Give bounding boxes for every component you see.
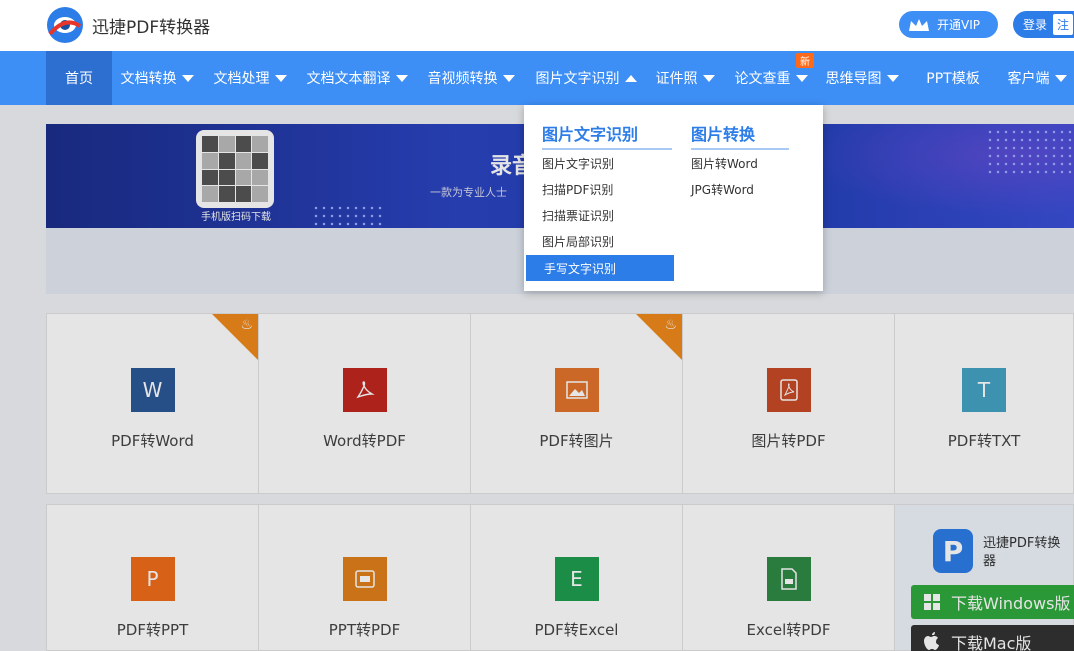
menu-item-scan-ticket-ocr[interactable]: 扫描票证识别 (524, 202, 674, 228)
register-button[interactable]: 注 (1053, 14, 1074, 35)
download-windows-label: 下载Windows版 (951, 594, 1071, 613)
crown-icon (909, 18, 929, 31)
login-button[interactable]: 登录 注 (1013, 11, 1074, 38)
nav-av-convert[interactable]: 音视频转换 (420, 51, 522, 105)
dot-pattern (312, 204, 382, 228)
banner-subtitle: 一款为专业人士 (430, 186, 507, 199)
pdf-doc-icon (766, 557, 811, 601)
tile-pdf-to-excel[interactable]: E PDF转Excel (470, 504, 683, 651)
nav-label: 客户端 (1007, 71, 1050, 87)
ppt-file-icon (342, 557, 387, 601)
caret-down-icon (181, 74, 194, 82)
nav-label: 证件照 (655, 71, 698, 87)
caret-down-icon (395, 74, 408, 82)
menu-item-jpg-to-word[interactable]: JPG转Word (673, 176, 813, 202)
main-nav: 首页 文档转换 文档处理 文档文本翻译 音视频转换 图片文字识别 证件照 论文查… (0, 51, 1074, 105)
menu-item-image-partial-ocr[interactable]: 图片局部识别 (524, 228, 674, 254)
caret-down-icon (795, 74, 808, 82)
caret-down-icon (502, 74, 515, 82)
apple-icon (924, 632, 939, 650)
menu-item-image-ocr[interactable]: 图片文字识别 (524, 150, 674, 176)
pdf-acrobat-icon (342, 368, 387, 412)
excel-icon: E (554, 557, 599, 601)
nav-label: 论文查重 (734, 71, 791, 87)
app-name: 迅捷PDF转换器 (983, 536, 1061, 569)
tile-label: 图片转PDF (751, 432, 826, 450)
nav-client[interactable]: 客户端 (1000, 51, 1074, 105)
tile-word-to-pdf[interactable]: Word转PDF (258, 313, 471, 494)
nav-image-ocr[interactable]: 图片文字识别 (524, 51, 648, 105)
tile-image-to-pdf[interactable]: 图片转PDF (682, 313, 895, 494)
brand-name[interactable]: 迅捷PDF转换器 (92, 13, 210, 38)
app-logo-icon: P (933, 529, 973, 573)
top-header: 迅捷PDF转换器 开通VIP 登录 注 (0, 0, 1074, 51)
dropdown-col1-title: 图片文字识别 (542, 125, 639, 144)
tile-pdf-to-ppt[interactable]: P PDF转PPT (46, 504, 259, 651)
download-mac-button[interactable]: 下载Mac版 (911, 625, 1074, 651)
caret-down-icon (274, 74, 287, 82)
tile-label: PDF转TXT (947, 432, 1021, 450)
tile-pdf-to-txt[interactable]: T PDF转TXT (894, 313, 1074, 494)
nav-label: 思维导图 (825, 71, 882, 87)
tile-label: PDF转PPT (116, 621, 189, 639)
nav-ppt-template[interactable]: PPT模板 (916, 51, 990, 105)
client-download-panel: P 迅捷PDF转换器 下载Windows版 下载Mac版 (894, 504, 1074, 651)
nav-label: 文档文本翻译 (306, 71, 391, 87)
login-label: 登录 (1023, 18, 1048, 32)
caret-up-icon (624, 74, 637, 82)
tile-label: Excel转PDF (746, 621, 831, 639)
tile-pdf-to-image[interactable]: ♨ PDF转图片 (470, 313, 683, 494)
nav-label: 首页 (65, 71, 93, 87)
menu-item-handwriting-ocr[interactable]: 手写文字识别 (526, 255, 674, 281)
nav-home[interactable]: 首页 (46, 51, 112, 105)
caret-down-icon (702, 74, 715, 82)
nav-label: 文档转换 (120, 71, 177, 87)
nav-label: PPT模板 (926, 71, 980, 87)
nav-mind-map[interactable]: 思维导图 (818, 51, 906, 105)
flame-icon: ♨ (664, 317, 677, 333)
nav-doc-convert[interactable]: 文档转换 (112, 51, 202, 105)
tile-label: PDF转Excel (534, 621, 619, 639)
nav-label: 文档处理 (213, 71, 270, 87)
tile-label: PPT转PDF (328, 621, 401, 639)
nav-doc-process[interactable]: 文档处理 (205, 51, 295, 105)
menu-item-image-to-word[interactable]: 图片转Word (673, 150, 813, 176)
tile-ppt-to-pdf[interactable]: PPT转PDF (258, 504, 471, 651)
caret-down-icon (1054, 74, 1067, 82)
tile-label: PDF转图片 (539, 432, 614, 450)
caret-down-icon (886, 74, 899, 82)
ppt-icon: P (130, 557, 175, 601)
nav-doc-translate[interactable]: 文档文本翻译 (297, 51, 417, 105)
tile-pdf-to-word[interactable]: ♨ W PDF转Word (46, 313, 259, 494)
windows-icon (924, 594, 940, 610)
tile-excel-to-pdf[interactable]: Excel转PDF (682, 504, 895, 651)
vip-label: 开通VIP (937, 18, 980, 32)
nav-id-photo[interactable]: 证件照 (648, 51, 722, 105)
image-icon (554, 368, 599, 412)
word-icon: W (130, 368, 175, 412)
nav-label: 图片文字识别 (535, 71, 620, 87)
pdf-file-icon (766, 368, 811, 412)
txt-icon: T (962, 368, 1006, 412)
flame-icon: ♨ (240, 317, 253, 333)
dot-pattern (986, 128, 1074, 176)
download-windows-button[interactable]: 下载Windows版 (911, 585, 1074, 619)
tile-label: Word转PDF (323, 432, 406, 450)
image-ocr-dropdown: 图片文字识别 图片文字识别 扫描PDF识别 扫描票证识别 图片局部识别 手写文字… (524, 105, 823, 291)
tile-label: PDF转Word (111, 432, 194, 450)
qr-code (196, 130, 274, 208)
download-mac-label: 下载Mac版 (951, 634, 1032, 651)
nav-label: 音视频转换 (427, 71, 498, 87)
open-vip-button[interactable]: 开通VIP (899, 11, 998, 38)
menu-item-scan-pdf-ocr[interactable]: 扫描PDF识别 (524, 176, 674, 202)
new-badge: 新 (796, 53, 814, 68)
qr-label: 手机版扫码下载 (201, 212, 271, 223)
brand-logo-icon[interactable] (46, 6, 84, 44)
dropdown-col2-title: 图片转换 (691, 125, 756, 144)
